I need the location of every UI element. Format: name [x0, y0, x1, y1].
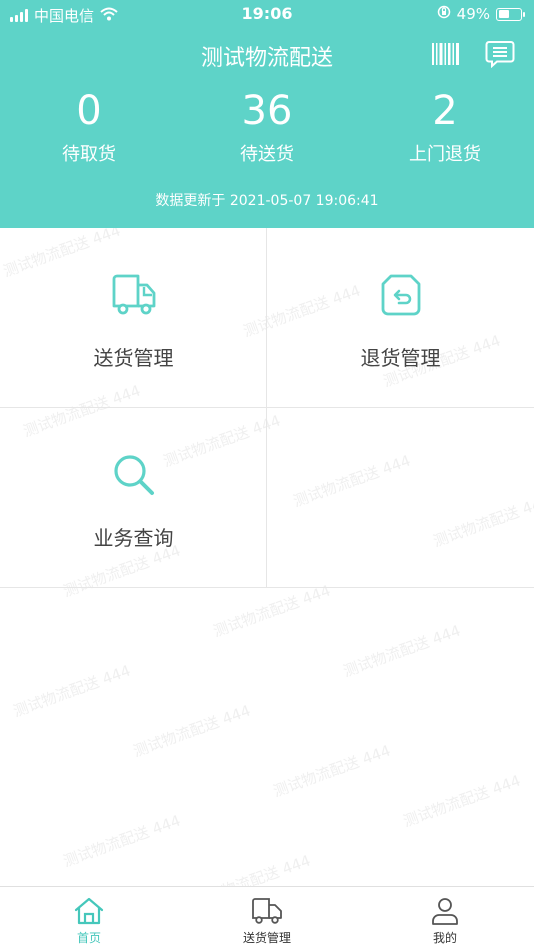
message-list-icon[interactable]	[484, 38, 516, 70]
stat-pending-delivery[interactable]: 36 待送货	[178, 88, 356, 166]
status-right: 49%	[437, 5, 525, 23]
tab-label: 送货管理	[242, 931, 291, 945]
menu-label: 送货管理	[93, 346, 174, 370]
barcode-icon[interactable]	[430, 38, 462, 70]
battery-percent: 49%	[456, 5, 490, 23]
watermark: 测试物流配送 444	[130, 701, 253, 761]
watermark: 测试物流配送 444	[270, 741, 393, 801]
stat-value: 36	[241, 88, 293, 134]
stat-label: 待取货	[62, 144, 116, 165]
delivery-truck-icon	[109, 270, 159, 320]
menu-return-management[interactable]: 退货管理	[267, 228, 534, 408]
home-icon	[72, 895, 106, 927]
tab-label: 首页	[76, 931, 101, 945]
menu-label: 业务查询	[93, 526, 174, 550]
tab-delivery[interactable]: 送货管理	[178, 887, 356, 950]
menu-label: 退货管理	[360, 346, 441, 370]
header: 中国电信 19:06 49% 测试物流配送 0 待取货 36 待送货 2 上门退…	[0, 0, 534, 228]
menu-business-query[interactable]: 业务查询	[0, 408, 267, 588]
tab-bar: 首页 送货管理 我的	[0, 886, 534, 950]
watermark: 测试物流配送 444	[340, 621, 463, 681]
stats-row: 0 待取货 36 待送货 2 上门退货	[0, 88, 534, 168]
user-icon	[428, 895, 462, 927]
watermark: 测试物流配送 444	[10, 661, 133, 721]
tab-label: 我的	[432, 931, 457, 945]
tab-home[interactable]: 首页	[0, 887, 178, 950]
watermark: 测试物流配送 444	[210, 581, 333, 641]
update-timestamp: 数据更新于 2021-05-07 19:06:41	[155, 193, 379, 209]
battery-icon	[496, 7, 525, 21]
stat-label: 待送货	[240, 144, 294, 165]
stat-door-return[interactable]: 2 上门退货	[356, 88, 534, 166]
search-icon	[109, 450, 159, 500]
truck-icon	[250, 895, 284, 927]
return-box-icon	[376, 270, 426, 320]
stat-label: 上门退货	[409, 144, 481, 165]
tab-mine[interactable]: 我的	[356, 887, 534, 950]
watermark: 测试物流配送 444	[400, 771, 523, 831]
watermark: 测试物流配送 444	[60, 811, 183, 871]
stat-value: 2	[432, 88, 458, 134]
status-bar: 中国电信 19:06 49%	[0, 0, 534, 28]
orientation-lock-icon	[437, 5, 451, 23]
menu-delivery-management[interactable]: 送货管理	[0, 228, 267, 408]
menu-grid: 送货管理 退货管理 业务查询	[0, 228, 534, 588]
stat-value: 0	[76, 88, 102, 134]
stat-pending-pickup[interactable]: 0 待取货	[0, 88, 178, 166]
